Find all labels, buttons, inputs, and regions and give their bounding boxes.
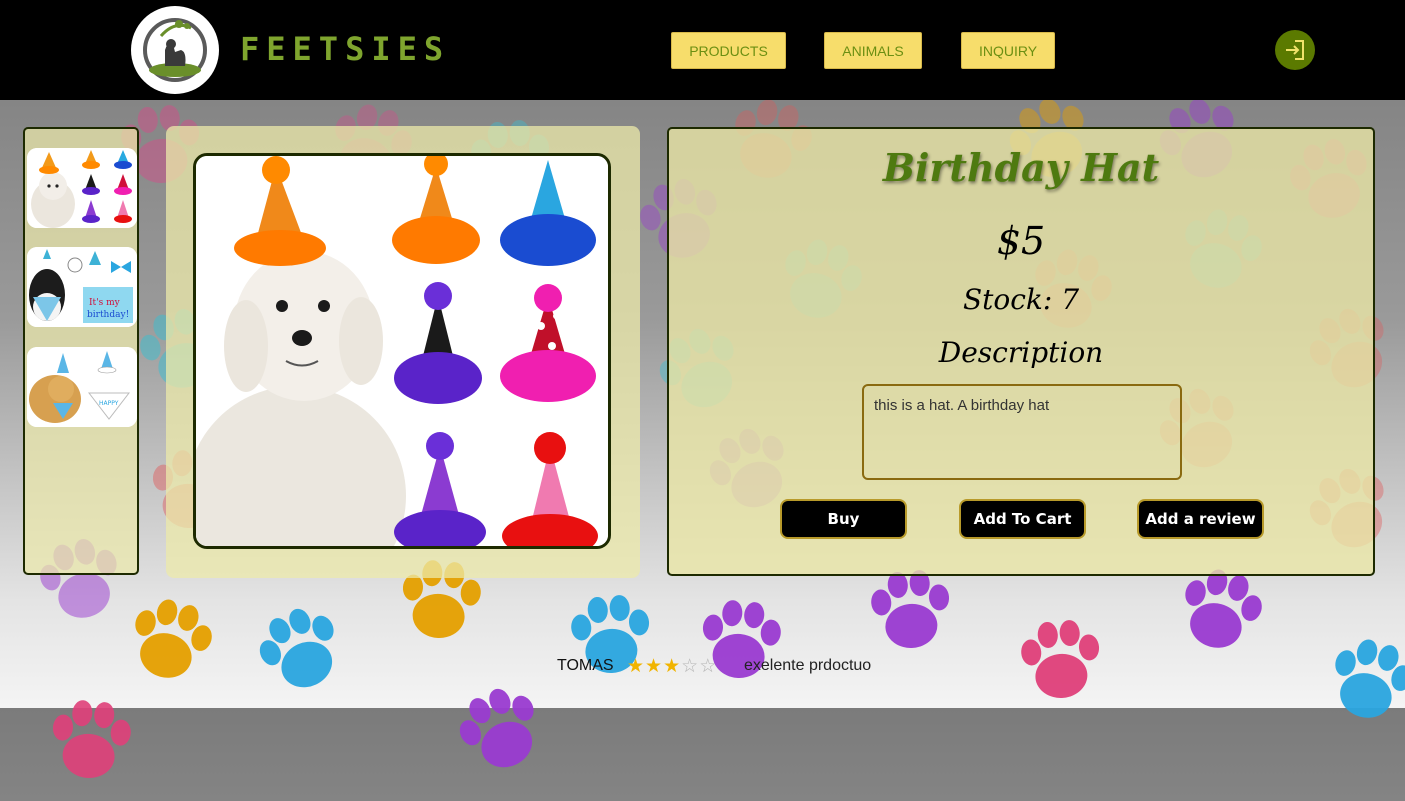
svg-text:It's my: It's my <box>89 298 121 308</box>
add-review-button[interactable]: Add a review <box>1137 499 1264 539</box>
review-author: TOMAS <box>557 657 614 674</box>
login-button[interactable] <box>1275 30 1315 70</box>
review-rating: ★★★☆☆ <box>627 655 744 678</box>
thumbnail-1[interactable] <box>27 148 137 228</box>
star-empty-icon: ☆ <box>699 655 718 677</box>
thumbnail-image <box>27 148 137 228</box>
product-details-panel: Birthday Hat $5 Stock: 7 Description thi… <box>667 127 1375 576</box>
buy-button[interactable]: Buy <box>780 499 907 539</box>
paw-print-icon <box>109 579 231 701</box>
add-to-cart-button[interactable]: Add To Cart <box>959 499 1086 539</box>
product-stock: Stock: 7 <box>669 283 1373 316</box>
thumbnail-image: It's my birthday! <box>27 247 137 327</box>
star-filled-icon: ★ <box>645 655 664 677</box>
product-price: $5 <box>996 219 1046 263</box>
product-photo <box>196 156 608 546</box>
logo-icon <box>143 18 207 82</box>
stock-value: 7 <box>1061 283 1080 316</box>
nav-products-button[interactable]: PRODUCTS <box>671 32 786 69</box>
paw-print-icon <box>234 584 367 717</box>
review-item: TOMAS ★★★☆☆ exelente prdoctuo <box>557 655 871 677</box>
star-empty-icon: ☆ <box>681 655 700 677</box>
login-icon <box>1286 40 1304 60</box>
thumbnail-2[interactable]: It's my birthday! <box>27 247 137 327</box>
paw-print-icon <box>434 664 567 797</box>
svg-text:birthday!: birthday! <box>87 310 129 320</box>
main-image-panel <box>166 126 640 578</box>
paw-print-icon <box>686 586 794 694</box>
thumbnail-3[interactable]: HAPPY <box>27 347 137 427</box>
paw-print-icon <box>1006 606 1114 714</box>
paw-print-icon <box>36 686 144 794</box>
product-title: Birthday Hat <box>882 145 1160 190</box>
main-product-image[interactable] <box>193 153 611 549</box>
brand-logo[interactable] <box>131 6 219 94</box>
star-filled-icon: ★ <box>627 655 646 677</box>
thumbnail-gallery: It's my birthday! HAPPY <box>23 127 139 575</box>
review-text: exelente prdoctuo <box>744 657 872 674</box>
thumbnail-image: HAPPY <box>27 347 137 427</box>
paw-print-icon <box>1309 619 1405 741</box>
stock-label: Stock: <box>962 283 1053 316</box>
nav-inquiry-button[interactable]: INQUIRY <box>961 32 1055 69</box>
nav-animals-button[interactable]: ANIMALS <box>824 32 922 69</box>
site-header: FEETSIES PRODUCTS ANIMALS INQUIRY <box>0 0 1405 100</box>
star-filled-icon: ★ <box>663 655 682 677</box>
description-box: this is a hat. A birthday hat <box>862 384 1182 480</box>
brand-name[interactable]: FEETSIES <box>240 30 450 68</box>
description-heading: Description <box>938 336 1104 369</box>
svg-text:HAPPY: HAPPY <box>99 400 119 407</box>
